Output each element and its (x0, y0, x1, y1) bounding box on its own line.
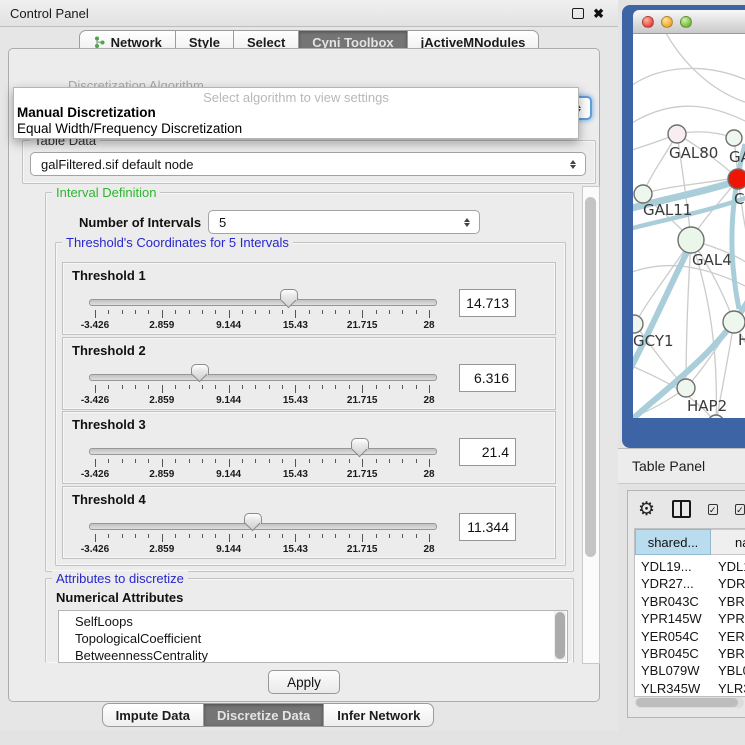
table-panel-title: Table Panel (632, 458, 705, 474)
tab-discretize-data[interactable]: Discretize Data (203, 703, 324, 727)
node-label: GAL11 (643, 201, 692, 219)
thresholds-title: Threshold's Coordinates for 5 Intervals (62, 235, 293, 250)
minimize-traffic-light-icon[interactable] (661, 16, 673, 28)
table-row-shared-name[interactable]: YPR145W (641, 611, 702, 626)
network-node-gal4[interactable] (678, 227, 704, 253)
table-row-name[interactable]: YDL1 (718, 559, 745, 574)
node-label: C (734, 190, 744, 208)
panel-scrollbar[interactable] (582, 186, 600, 664)
table-row-name[interactable]: YPR1 (718, 611, 745, 626)
table-panel-header: Table Panel (618, 448, 745, 484)
network-window-titlebar (633, 10, 745, 34)
network-node-h[interactable] (723, 311, 745, 333)
tab-label: Infer Network (337, 708, 420, 723)
table-row-shared-name[interactable]: YBR045C (641, 646, 699, 661)
close-icon[interactable]: ✖ (593, 7, 604, 20)
network-icon (93, 36, 106, 49)
control-panel-titlebar: Control Panel ✖ (0, 0, 618, 27)
list-scrollbar-thumb[interactable] (555, 612, 565, 659)
checkbox-icon[interactable]: ✓ (708, 504, 718, 515)
node-label: GAL80 (669, 144, 718, 162)
table-row-shared-name[interactable]: YDR27... (641, 576, 694, 591)
checkbox-icon[interactable]: ✓ (735, 504, 745, 515)
interval-definition-title: Interval Definition (52, 185, 160, 200)
algorithm-dropdown-popup: Select algorithm to view settings Manual… (13, 87, 579, 139)
threshold-slider-thumb[interactable] (280, 289, 298, 300)
node-table: shared... na YDL19... YDL1 YDR27... YDR2 YBR… (634, 528, 745, 697)
node-label: HAP2 (687, 397, 727, 415)
network-node-gcy1[interactable] (633, 315, 643, 333)
network-node-ga[interactable] (726, 130, 742, 146)
table-panel-toolbar: ⚙ ✓ ✓ (627, 494, 745, 524)
node-label: GCY1 (633, 332, 674, 350)
numerical-attributes-list[interactable]: SelfLoops TopologicalCoefficient Betweenne… (58, 610, 568, 663)
dropdown-placeholder: Select algorithm to view settings (14, 90, 578, 105)
attribute-list-item[interactable]: BetweennessCentrality (75, 648, 208, 663)
network-node-hap2[interactable] (677, 379, 695, 397)
table-row-name[interactable]: YDR2 (718, 576, 745, 591)
table-row-name[interactable]: YER0 (718, 629, 745, 644)
network-node-c[interactable] (728, 169, 745, 189)
zoom-traffic-light-icon[interactable] (680, 16, 692, 28)
panel-scrollbar-thumb[interactable] (585, 197, 596, 557)
dropdown-option-equal-width[interactable]: Equal Width/Frequency Discretization (17, 121, 578, 137)
network-canvas[interactable]: GAL80 GA C GAL11 GAL4 GCY1 H HAP2 (633, 34, 745, 418)
table-row-name[interactable]: YBL0 (718, 663, 745, 678)
panel-title: Control Panel (10, 6, 572, 21)
threshold-slider-thumb[interactable] (351, 438, 369, 449)
tab-infer-network[interactable]: Infer Network (323, 703, 434, 727)
table-row-shared-name[interactable]: YDL19... (641, 559, 692, 574)
combo-stepper-icon[interactable] (566, 160, 580, 169)
tab-label: Discretize Data (217, 708, 310, 723)
column-header-name[interactable]: na (711, 529, 745, 555)
thresholds-group (55, 242, 566, 566)
table-row-shared-name[interactable]: YER054C (641, 629, 699, 644)
table-row-shared-name[interactable]: YLR345W (641, 681, 700, 696)
attribute-list-item[interactable]: TopologicalCoefficient (75, 631, 201, 646)
table-data-combobox[interactable]: galFiltered.sif default node (30, 152, 586, 176)
close-traffic-light-icon[interactable] (642, 16, 654, 28)
table-row-shared-name[interactable]: YBL079W (641, 663, 700, 678)
apply-button[interactable]: Apply (268, 670, 340, 694)
numerical-attributes-heading: Numerical Attributes (52, 590, 187, 605)
table-row-name[interactable]: YBR0 (718, 594, 745, 609)
table-row-name[interactable]: YBR0 (718, 646, 745, 661)
table-row-name[interactable]: YLR3 (718, 681, 745, 696)
threshold-slider-thumb[interactable] (191, 364, 209, 375)
table-horizontal-scrollbar-thumb[interactable] (636, 698, 738, 707)
column-header-shared-name[interactable]: shared... (635, 529, 711, 555)
table-row-shared-name[interactable]: YBR043C (641, 594, 699, 609)
node-label: GAL4 (692, 251, 732, 269)
column-split-icon[interactable] (672, 500, 691, 518)
tab-label: Impute Data (116, 708, 190, 723)
attribute-list-item[interactable]: SelfLoops (75, 614, 133, 629)
network-window: GAL80 GA C GAL11 GAL4 GCY1 H HAP2 (622, 5, 745, 448)
control-panel-window: Control Panel ✖ NetworkStyleSelectCyni T… (0, 0, 618, 731)
gear-icon[interactable]: ⚙ (638, 500, 655, 519)
node-label: H (738, 331, 745, 349)
bottom-tab-bar: Impute Data Discretize Data Infer Network (28, 703, 508, 727)
table-horizontal-scrollbar[interactable] (635, 697, 744, 708)
list-scrollbar[interactable] (554, 611, 566, 660)
number-of-intervals-combobox[interactable]: 5 (208, 210, 480, 234)
dropdown-option-manual[interactable]: Manual Discretization (17, 105, 578, 121)
node-label: GA (729, 148, 745, 166)
network-node-gal80[interactable] (668, 125, 686, 143)
tab-impute-data[interactable]: Impute Data (102, 703, 204, 727)
combo-stepper-icon[interactable] (460, 218, 474, 227)
threshold-slider-thumb[interactable] (244, 513, 262, 524)
float-window-icon[interactable] (572, 8, 584, 19)
number-of-intervals-label: Number of Intervals (75, 215, 205, 230)
attributes-title: Attributes to discretize (52, 571, 188, 586)
